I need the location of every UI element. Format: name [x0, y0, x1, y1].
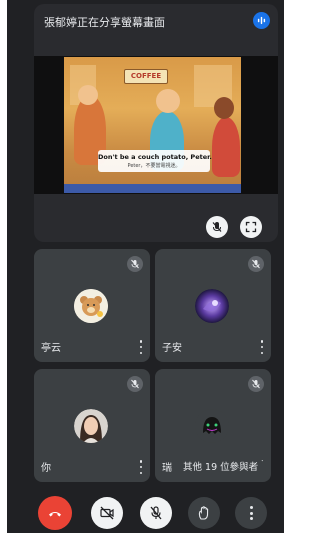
camera-toggle-button[interactable]	[91, 497, 123, 529]
more-options-icon[interactable]	[138, 340, 144, 354]
camera-off-icon	[100, 506, 114, 520]
participant-name: 瑞	[162, 463, 172, 474]
character-left-head	[78, 85, 98, 105]
presenter-mic-off-button[interactable]	[206, 216, 228, 238]
shared-screen: COFFEE Don't be a couch potato, Peter. P…	[34, 56, 278, 194]
raise-hand-icon	[198, 506, 209, 520]
mic-off-icon	[127, 376, 143, 392]
coffee-sign: COFFEE	[124, 69, 168, 84]
other-participants-badge[interactable]: 其他 19 位參與者	[175, 459, 267, 477]
subtitle-chinese: Peter，不要當電視迷。	[127, 163, 181, 169]
character-right	[212, 117, 240, 177]
fullscreen-button[interactable]	[240, 216, 262, 238]
subtitle-english: Don't be a couch potato, Peter.	[98, 153, 212, 161]
mic-off-icon	[127, 256, 143, 272]
participant-tile[interactable]: 子安	[155, 249, 271, 362]
participant-tile[interactable]: 亭云	[34, 249, 150, 362]
dark-avatar	[195, 409, 229, 443]
hangup-button[interactable]	[38, 496, 72, 530]
more-options-icon[interactable]	[138, 460, 144, 474]
video-toolbar-strip	[64, 184, 241, 193]
participant-name: 你	[41, 463, 51, 474]
mic-off-icon	[248, 376, 264, 392]
participant-tile[interactable]: 你	[34, 369, 150, 482]
presentation-card[interactable]: 張郁婷正在分享螢幕畫面 COFFEE Don't be a couch pota…	[34, 4, 278, 242]
audio-indicator-icon	[253, 12, 270, 29]
more-options-icon	[249, 506, 253, 520]
mic-off-icon	[150, 506, 162, 520]
fullscreen-icon	[245, 221, 257, 233]
hangup-icon	[49, 512, 61, 517]
participant-name: 子安	[162, 343, 182, 354]
photo-avatar	[74, 409, 108, 443]
galaxy-avatar	[195, 289, 229, 323]
more-options-icon[interactable]	[259, 340, 265, 354]
shared-screen-image: COFFEE Don't be a couch potato, Peter. P…	[64, 57, 241, 193]
mic-off-icon	[212, 222, 222, 232]
subtitle-box: Don't be a couch potato, Peter. Peter，不要…	[98, 150, 212, 172]
more-options-button[interactable]	[235, 497, 267, 529]
meet-screen: 張郁婷正在分享螢幕畫面 COFFEE Don't be a couch pota…	[7, 0, 284, 533]
mic-off-icon	[248, 256, 264, 272]
character-right-head	[214, 97, 234, 119]
presentation-title: 張郁婷正在分享螢幕畫面	[44, 16, 165, 29]
mic-toggle-button[interactable]	[140, 497, 172, 529]
raise-hand-button[interactable]	[188, 497, 220, 529]
participant-name: 亭云	[41, 343, 61, 354]
bear-avatar	[74, 289, 108, 323]
character-middle-head	[156, 89, 180, 113]
